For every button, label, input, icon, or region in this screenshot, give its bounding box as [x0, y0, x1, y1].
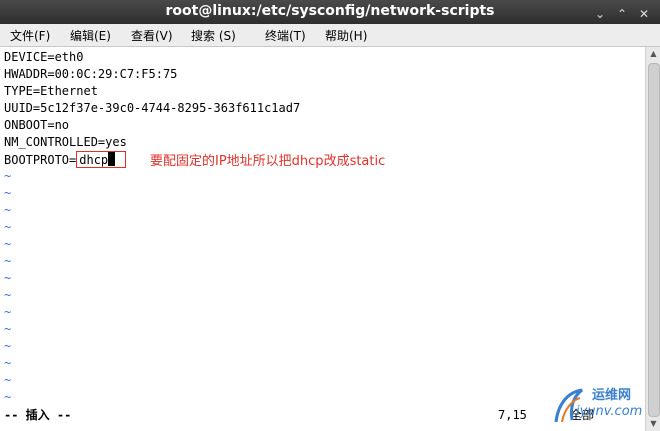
- file-line-bootproto: BOOTPROTO= dhcp: [4, 151, 127, 168]
- empty-line-tilde: ~: [4, 237, 12, 251]
- vertical-scrollbar[interactable]: ▲ ▼: [645, 47, 660, 431]
- title-bar: root@linux:/etc/sysconfig/network-script…: [0, 0, 660, 24]
- bootproto-key: BOOTPROTO=: [4, 153, 77, 167]
- file-line-nm-controlled: NM_CONTROLLED=yes: [4, 135, 127, 149]
- empty-line-tilde: ~: [4, 254, 12, 268]
- file-line-hwaddr: HWADDR=00:0C:29:C7:F5:75: [4, 67, 178, 81]
- scroll-thumb[interactable]: [648, 63, 660, 417]
- menu-search[interactable]: 搜索 (S): [191, 27, 236, 44]
- minimize-button[interactable]: ⌄: [592, 6, 608, 22]
- watermark-name: 运维网: [592, 388, 632, 403]
- menu-edit[interactable]: 编辑(E): [70, 27, 111, 44]
- empty-line-tilde: ~: [4, 339, 12, 353]
- menu-help[interactable]: 帮助(H): [325, 27, 367, 44]
- empty-line-tilde: ~: [4, 356, 12, 370]
- empty-line-tilde: ~: [4, 271, 12, 285]
- empty-line-tilde: ~: [4, 220, 12, 234]
- file-line-uuid: UUID=5c12f37e-39c0-4744-8295-363f611c1ad…: [4, 101, 301, 115]
- text-cursor: [108, 152, 116, 166]
- empty-line-tilde: ~: [4, 186, 12, 200]
- menu-file[interactable]: 文件(F): [10, 27, 50, 44]
- terminal-area[interactable]: DEVICE=eth0 HWADDR=00:0C:29:C7:F5:75 TYP…: [0, 47, 645, 431]
- empty-line-tilde: ~: [4, 305, 12, 319]
- empty-line-tilde: ~: [4, 373, 12, 387]
- menu-bar: 文件(F) 编辑(E) 查看(V) 搜索 (S) 终端(T) 帮助(H): [0, 24, 660, 47]
- empty-line-tilde: ~: [4, 169, 12, 183]
- red-annotation: 要配固定的IP地址所以把dhcp改成static: [150, 154, 386, 169]
- empty-line-tilde: ~: [4, 322, 12, 336]
- menu-view[interactable]: 查看(V): [131, 27, 173, 44]
- vim-mode-indicator: -- 插入 --: [4, 408, 72, 422]
- window-title: root@linux:/etc/sysconfig/network-script…: [165, 3, 495, 19]
- empty-line-tilde: ~: [4, 390, 12, 404]
- watermark: 运维网 iyunv.com: [552, 382, 652, 428]
- file-line-type: TYPE=Ethernet: [4, 84, 98, 98]
- bootproto-value: dhcp: [79, 153, 109, 167]
- file-line-device: DEVICE=eth0: [4, 50, 84, 64]
- menu-terminal[interactable]: 终端(T): [265, 27, 306, 44]
- watermark-url: iyunv.com: [576, 404, 643, 419]
- cursor-position: 7,15: [498, 408, 527, 422]
- maximize-button[interactable]: ⌃: [614, 6, 630, 22]
- window-controls: ⌄ ⌃ ✕: [586, 3, 652, 22]
- scroll-up-arrow-icon[interactable]: ▲: [646, 47, 660, 61]
- empty-line-tilde: ~: [4, 288, 12, 302]
- highlight-box: dhcp: [76, 151, 127, 168]
- empty-line-tilde: ~: [4, 203, 12, 217]
- close-button[interactable]: ✕: [636, 6, 652, 22]
- file-line-onboot: ONBOOT=no: [4, 118, 70, 132]
